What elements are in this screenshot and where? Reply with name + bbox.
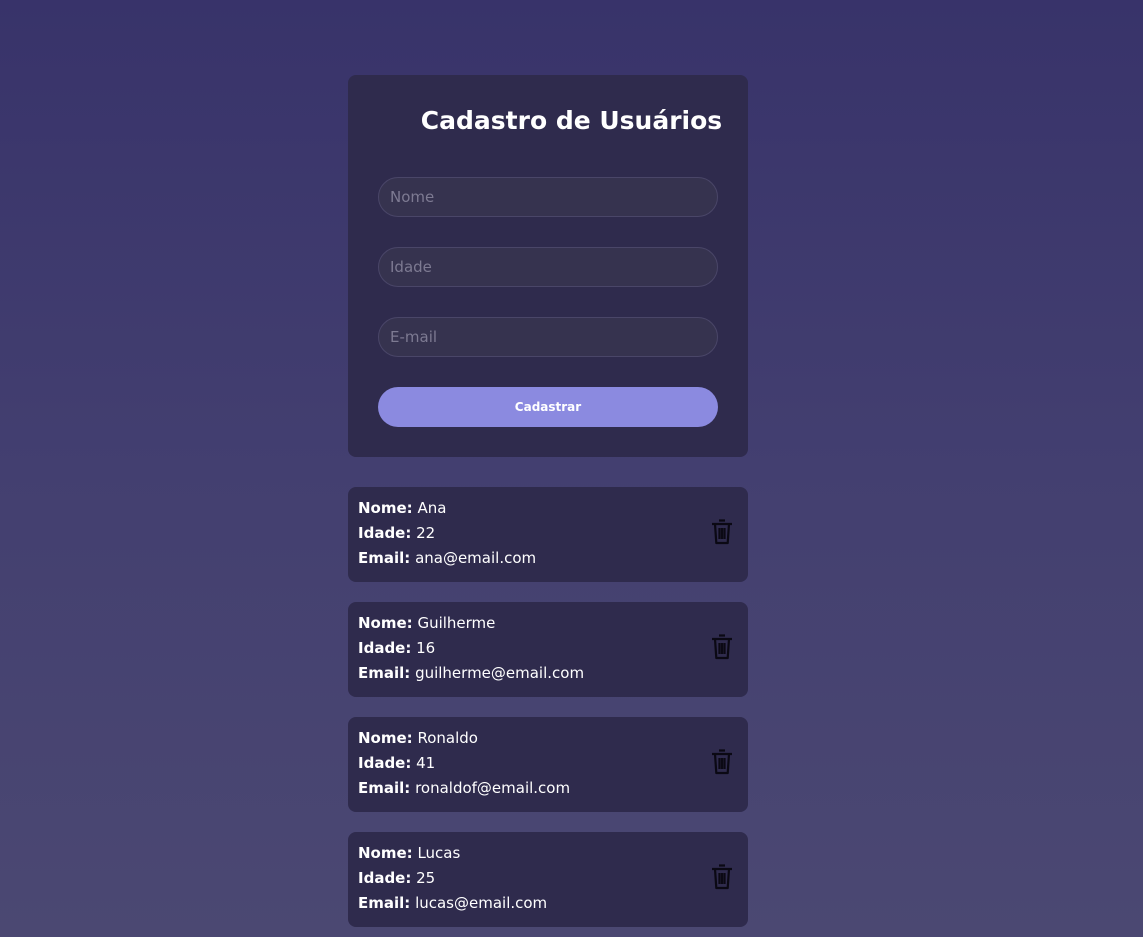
name-label: Nome: — [358, 729, 413, 747]
user-email: ronaldof@email.com — [415, 779, 571, 797]
user-name-row: Nome: Lucas — [358, 844, 460, 862]
user-card: Nome: Lucas Idade: 25 Email: lucas@email… — [348, 832, 748, 927]
user-name: Guilherme — [417, 614, 496, 632]
user-age: 41 — [416, 754, 436, 772]
name-label: Nome: — [358, 844, 413, 862]
user-email: lucas@email.com — [415, 894, 548, 912]
user-age: 22 — [416, 524, 436, 542]
user-email-row: Email: lucas@email.com — [358, 894, 547, 912]
trash-icon[interactable] — [711, 519, 733, 545]
age-label: Idade: — [358, 524, 412, 542]
user-name: Ana — [417, 499, 447, 517]
user-age: 25 — [416, 869, 436, 887]
user-name: Lucas — [417, 844, 461, 862]
user-card: Nome: Guilherme Idade: 16 Email: guilher… — [348, 602, 748, 697]
user-email-row: Email: guilherme@email.com — [358, 664, 584, 682]
user-age-row: Idade: 16 — [358, 639, 435, 657]
user-email: ana@email.com — [415, 549, 537, 567]
age-label: Idade: — [358, 754, 412, 772]
user-card: Nome: Ana Idade: 22 Email: ana@email.com — [348, 487, 748, 582]
trash-icon[interactable] — [711, 864, 733, 890]
user-name-row: Nome: Ronaldo — [358, 729, 478, 747]
name-label: Nome: — [358, 499, 413, 517]
user-email: guilherme@email.com — [415, 664, 585, 682]
trash-icon[interactable] — [711, 749, 733, 775]
age-label: Idade: — [358, 869, 412, 887]
user-name-row: Nome: Ana — [358, 499, 446, 517]
user-age-row: Idade: 41 — [358, 754, 435, 772]
user-card: Nome: Ronaldo Idade: 41 Email: ronaldof@… — [348, 717, 748, 812]
user-email-row: Email: ronaldof@email.com — [358, 779, 570, 797]
user-age-row: Idade: 22 — [358, 524, 435, 542]
name-label: Nome: — [358, 614, 413, 632]
email-label: Email: — [358, 894, 411, 912]
user-email-row: Email: ana@email.com — [358, 549, 536, 567]
submit-button[interactable]: Cadastrar — [378, 387, 718, 427]
user-name: Ronaldo — [417, 729, 478, 747]
email-label: Email: — [358, 664, 411, 682]
email-input[interactable] — [378, 317, 718, 357]
user-name-row: Nome: Guilherme — [358, 614, 495, 632]
trash-icon[interactable] — [711, 634, 733, 660]
age-label: Idade: — [358, 639, 412, 657]
age-input[interactable] — [378, 247, 718, 287]
user-age-row: Idade: 25 — [358, 869, 435, 887]
name-input[interactable] — [378, 177, 718, 217]
email-label: Email: — [358, 549, 411, 567]
email-label: Email: — [358, 779, 411, 797]
user-age: 16 — [416, 639, 436, 657]
page-title: Cadastro de Usuários — [420, 106, 723, 135]
